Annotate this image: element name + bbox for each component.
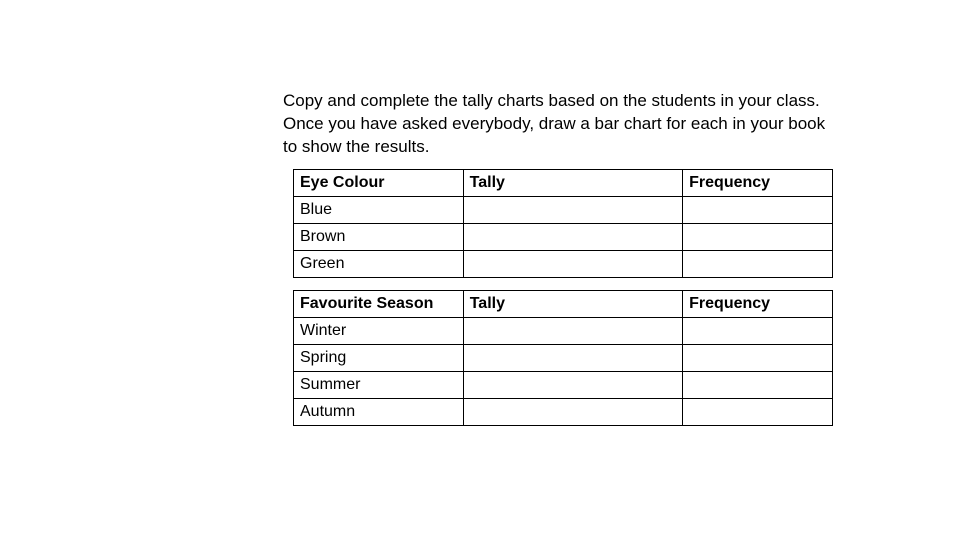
tally-cell	[463, 398, 682, 425]
freq-cell	[683, 371, 833, 398]
table-row: Summer	[294, 371, 833, 398]
row-label: Summer	[294, 371, 464, 398]
row-label: Blue	[294, 196, 464, 223]
table-header-row: Eye Colour Tally Frequency	[294, 169, 833, 196]
freq-cell	[683, 250, 833, 277]
tally-cell	[463, 250, 682, 277]
worksheet-content: Copy and complete the tally charts based…	[283, 90, 833, 438]
table-row: Spring	[294, 344, 833, 371]
table-row: Autumn	[294, 398, 833, 425]
row-label: Autumn	[294, 398, 464, 425]
row-label: Winter	[294, 317, 464, 344]
tally-cell	[463, 371, 682, 398]
col-header: Eye Colour	[294, 169, 464, 196]
tally-cell	[463, 317, 682, 344]
freq-cell	[683, 223, 833, 250]
row-label: Brown	[294, 223, 464, 250]
col-header: Tally	[463, 290, 682, 317]
tally-cell	[463, 196, 682, 223]
tally-cell	[463, 223, 682, 250]
row-label: Spring	[294, 344, 464, 371]
favourite-season-table: Favourite Season Tally Frequency Winter …	[293, 290, 833, 426]
row-label: Green	[294, 250, 464, 277]
col-header: Frequency	[683, 290, 833, 317]
table-header-row: Favourite Season Tally Frequency	[294, 290, 833, 317]
freq-cell	[683, 196, 833, 223]
col-header: Tally	[463, 169, 682, 196]
tally-cell	[463, 344, 682, 371]
freq-cell	[683, 317, 833, 344]
col-header: Favourite Season	[294, 290, 464, 317]
table-row: Blue	[294, 196, 833, 223]
freq-cell	[683, 344, 833, 371]
instruction-text: Copy and complete the tally charts based…	[283, 90, 833, 159]
col-header: Frequency	[683, 169, 833, 196]
eye-colour-table: Eye Colour Tally Frequency Blue Brown Gr…	[293, 169, 833, 278]
table-row: Brown	[294, 223, 833, 250]
table-row: Winter	[294, 317, 833, 344]
freq-cell	[683, 398, 833, 425]
table-row: Green	[294, 250, 833, 277]
